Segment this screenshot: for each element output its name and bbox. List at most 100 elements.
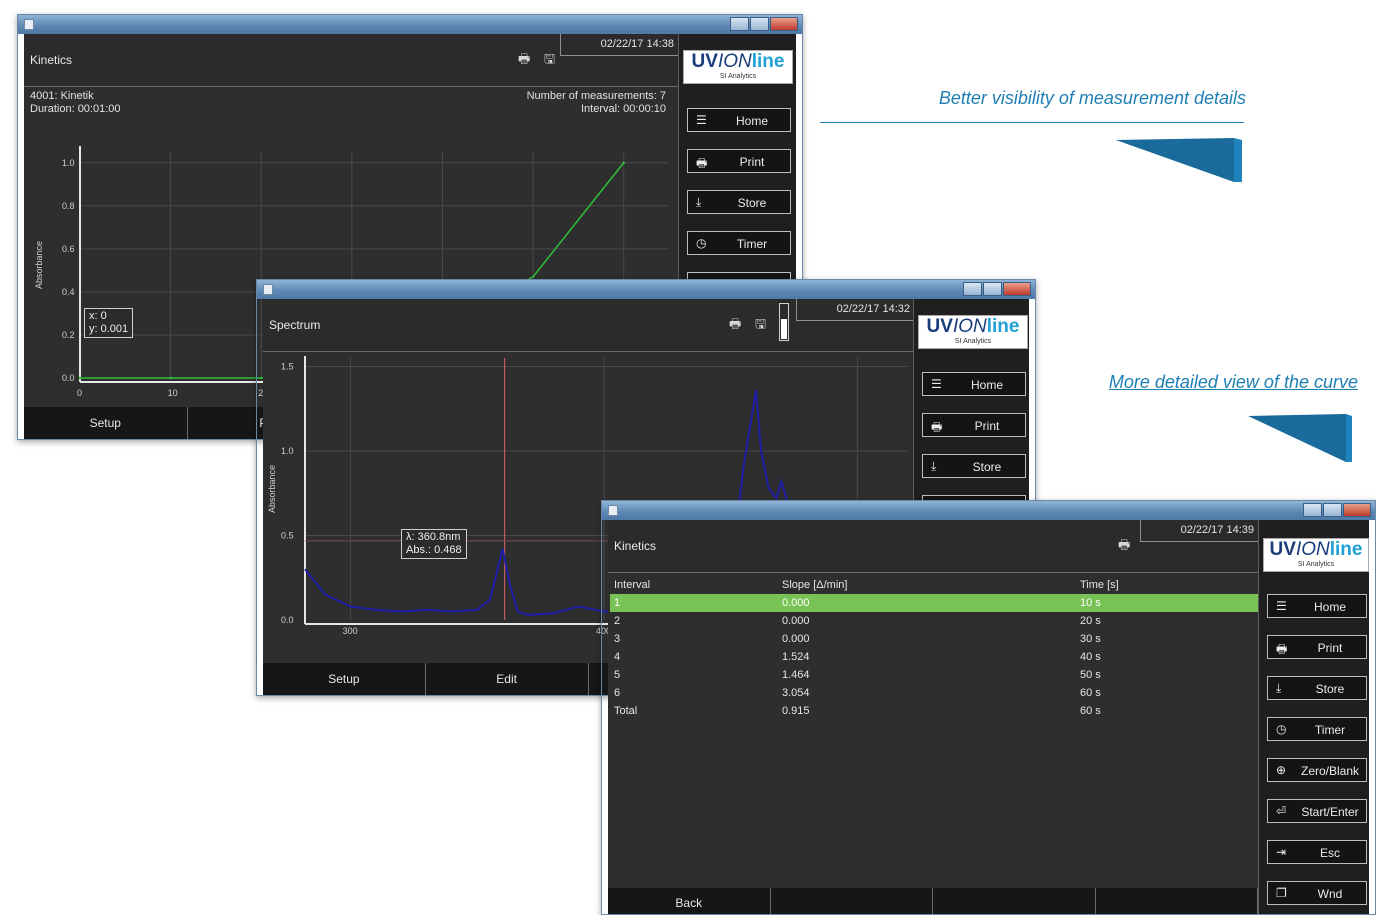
kinetics-table-window: Kinetics 🖶 02/22/17 14:39 Interval Slope… bbox=[601, 500, 1376, 915]
setup-button[interactable]: Setup bbox=[263, 663, 426, 695]
y-axis-label: Absorbance bbox=[34, 241, 44, 289]
printer-icon: 🖶 bbox=[1276, 642, 1288, 656]
method-name: 4001: Kinetik bbox=[30, 90, 94, 102]
cell-time: 10 s bbox=[1076, 594, 1260, 612]
timer-button[interactable]: ◷ Timer bbox=[687, 231, 791, 255]
data-point bbox=[78, 376, 82, 380]
minimize-button[interactable] bbox=[963, 282, 982, 296]
cell-time: 50 s bbox=[1080, 669, 1101, 681]
table-row[interactable]: 4 1.524 40 s bbox=[610, 648, 1260, 666]
home-button[interactable]: ☰ Home bbox=[1267, 594, 1367, 618]
close-button[interactable] bbox=[1343, 503, 1371, 517]
footer-button[interactable] bbox=[771, 888, 933, 914]
store-button[interactable]: ⤓ Store bbox=[687, 190, 791, 214]
close-button[interactable] bbox=[1003, 282, 1031, 296]
cursor-y: y: 0.001 bbox=[89, 323, 129, 335]
measurement-info: Number of measurements: 7 Interval: 00:0… bbox=[527, 90, 666, 116]
edit-button[interactable]: Edit bbox=[426, 663, 589, 695]
menu-icon: ☰ bbox=[931, 377, 942, 391]
title-bar[interactable] bbox=[602, 501, 1375, 520]
table-row[interactable]: 6 3.054 60 s bbox=[610, 684, 1260, 702]
method-info: 4001: Kinetik Duration: 00:01:00 bbox=[30, 90, 121, 116]
y-tick-label: 0.5 bbox=[281, 530, 294, 540]
maximize-button[interactable] bbox=[750, 17, 769, 31]
cell-interval: 4 bbox=[614, 651, 621, 663]
table-row[interactable]: 2 0.000 20 s bbox=[610, 612, 1260, 630]
download-icon: ⤓ bbox=[931, 459, 937, 473]
printer-icon: 🖶 bbox=[931, 420, 943, 434]
cursor-x: x: 0 bbox=[89, 310, 107, 322]
cell-slope: 1.524 bbox=[782, 651, 810, 663]
esc-button[interactable]: ⇥ Esc bbox=[1267, 840, 1367, 864]
timer-icon: ◷ bbox=[1276, 722, 1287, 736]
cell-slope: 0.000 bbox=[782, 633, 810, 645]
cell-time: 40 s bbox=[1080, 651, 1101, 663]
annotation-text: Better visibility of measurement details bbox=[938, 88, 1246, 108]
uvionline-logo: UVIONline SI Analytics bbox=[918, 315, 1028, 349]
print-icon[interactable]: 🖶 bbox=[1118, 536, 1130, 558]
footer-button[interactable] bbox=[933, 888, 1096, 914]
timer-button[interactable]: ◷ Timer bbox=[1267, 717, 1367, 741]
cell-slope: 0.915 bbox=[782, 705, 810, 717]
exit-icon: ⇥ bbox=[1276, 845, 1287, 859]
annotation-underline bbox=[820, 122, 1244, 123]
cell-interval: 5 bbox=[614, 669, 621, 681]
menu-icon: ☰ bbox=[696, 113, 707, 127]
back-button[interactable]: Back bbox=[608, 888, 771, 914]
home-button[interactable]: ☰ Home bbox=[687, 108, 791, 132]
window-icon bbox=[608, 505, 618, 516]
home-button[interactable]: ☰ Home bbox=[922, 372, 1026, 396]
print-icon[interactable]: 🖶 bbox=[518, 50, 530, 72]
print-button[interactable]: 🖶 Print bbox=[687, 149, 791, 173]
table-row[interactable]: Total 0.915 60 s bbox=[610, 702, 1260, 720]
wnd-button[interactable]: ❐ Wnd bbox=[1267, 881, 1367, 905]
screen-header: Kinetics 🖶 🖫 02/22/17 14:38 bbox=[24, 34, 678, 87]
y-tick-label: 0.6 bbox=[62, 244, 75, 254]
setup-button[interactable]: Setup bbox=[24, 407, 188, 439]
cell-interval: 2 bbox=[614, 615, 621, 627]
y-tick-label: 0.2 bbox=[62, 330, 75, 340]
y-axis-label: Absorbance bbox=[267, 465, 277, 513]
download-icon: ⤓ bbox=[696, 195, 702, 209]
save-icon[interactable]: 🖫 bbox=[544, 50, 555, 72]
table-row[interactable]: 3 0.000 30 s bbox=[610, 630, 1260, 648]
title-bar[interactable] bbox=[18, 15, 802, 34]
menu-icon: ☰ bbox=[1276, 599, 1287, 613]
save-icon[interactable]: 🖫 bbox=[755, 315, 766, 337]
zero-blank-button[interactable]: ⊕ Zero/Blank bbox=[1267, 758, 1367, 782]
table-row[interactable]: 1 0.000 10 s bbox=[610, 594, 1260, 612]
table-row[interactable]: 5 1.464 50 s bbox=[610, 666, 1260, 684]
cursor-readout: λ: 360.8nm Abs.: 0.468 bbox=[401, 529, 467, 559]
close-button[interactable] bbox=[770, 17, 798, 31]
annotation-curve-view: More detailed view of the curve bbox=[1040, 372, 1358, 462]
cell-time: 20 s bbox=[1080, 615, 1101, 627]
uvionline-logo: UVIONline SI Analytics bbox=[1263, 538, 1369, 572]
cell-interval: Total bbox=[614, 705, 638, 717]
uvionline-logo: UVIONline SI Analytics bbox=[683, 50, 793, 84]
y-tick-label: 0.0 bbox=[62, 373, 75, 383]
store-button[interactable]: ⤓ Store bbox=[1267, 676, 1367, 700]
minimize-button[interactable] bbox=[1303, 503, 1322, 517]
battery-icon bbox=[779, 303, 789, 341]
minimize-button[interactable] bbox=[730, 17, 749, 31]
maximize-button[interactable] bbox=[1323, 503, 1342, 517]
cursor-absorbance: Abs.: 0.468 bbox=[406, 544, 462, 556]
store-button[interactable]: ⤓ Store bbox=[922, 454, 1026, 478]
x-tick-label: 0 bbox=[77, 388, 82, 398]
screen-header: Spectrum 🖶 🖫 02/22/17 14:32 bbox=[263, 299, 914, 352]
print-button[interactable]: 🖶 Print bbox=[1267, 635, 1367, 659]
footer-button[interactable] bbox=[1096, 888, 1258, 914]
maximize-button[interactable] bbox=[983, 282, 1002, 296]
table-header-row: Interval Slope [Δ/min] Time [s] bbox=[610, 576, 1260, 594]
start-enter-button[interactable]: ⏎ Start/Enter bbox=[1267, 799, 1367, 823]
screen-title: Kinetics bbox=[614, 539, 657, 553]
print-button[interactable]: 🖶 Print bbox=[922, 413, 1026, 437]
screen-title: Kinetics bbox=[30, 53, 73, 67]
window-icon bbox=[263, 284, 273, 295]
x-tick-label: 10 bbox=[168, 388, 178, 398]
title-bar[interactable] bbox=[257, 280, 1035, 299]
screen-header: Kinetics 🖶 02/22/17 14:39 bbox=[608, 520, 1258, 573]
cell-slope: 3.054 bbox=[782, 687, 810, 699]
data-point bbox=[169, 376, 172, 380]
print-icon[interactable]: 🖶 bbox=[729, 315, 741, 337]
